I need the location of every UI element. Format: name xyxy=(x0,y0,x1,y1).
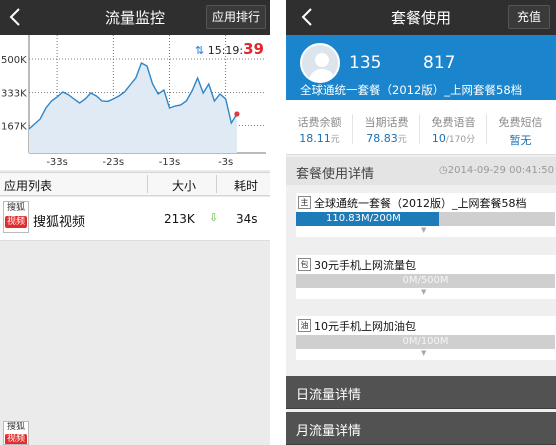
usage-progress-bar: 0M/500M xyxy=(296,274,555,288)
app-size: 213K xyxy=(164,212,195,226)
clock-icon: ◷ xyxy=(439,165,448,176)
app-ranking-button[interactable]: 应用排行 xyxy=(206,5,266,29)
column-divider xyxy=(216,175,217,193)
usage-update-time: ◷2014-09-29 00:41:50 xyxy=(439,165,554,176)
header-bar: 流量监控 应用排行 xyxy=(0,0,270,35)
traffic-monitor-screen: 流量监控 应用排行 500K 333K 167K -33s -23s -13s -3s ⇅ … xyxy=(0,0,270,445)
stat-free-sms[interactable]: 免费短信 暂无 xyxy=(487,100,554,155)
y-tick-label: 167K xyxy=(1,122,27,133)
x-tick-label: -33s xyxy=(46,157,68,168)
app-duration: 34s xyxy=(236,212,258,226)
balance-stats: 话费余额 18.11元 当期话费 78.83元 免费语音 10/170分 免费短… xyxy=(286,100,556,155)
col-size: 大小 xyxy=(172,179,197,193)
account-profile: 135 817 全球通统一套餐（2012版）_上网套餐58档 xyxy=(286,35,556,100)
expand-caret-icon[interactable]: ▼ xyxy=(421,349,426,357)
stat-balance[interactable]: 话费余额 18.11元 xyxy=(286,100,353,155)
package-type-badge: 包 xyxy=(298,258,311,271)
stat-free-voice[interactable]: 免费语音 10/170分 xyxy=(420,100,487,155)
app-list-header: 应用列表 大小 耗时 xyxy=(0,172,270,196)
daily-traffic-detail-link[interactable]: 日流量详情 xyxy=(286,376,556,409)
time-readout: ⇅ 15:19:39 xyxy=(195,40,264,58)
recharge-button[interactable]: 充值 xyxy=(508,5,550,29)
package-name: 30元手机上网流量包 xyxy=(314,259,416,272)
col-app-list: 应用列表 xyxy=(4,179,53,193)
app-list-row[interactable]: 搜狐 视频 搜狐视频 213K ⇩ 34s xyxy=(0,197,270,241)
x-tick-label: -23s xyxy=(103,157,125,168)
avatar[interactable] xyxy=(300,43,340,83)
plan-name: 全球通统一套餐（2012版）_上网套餐58档 xyxy=(300,83,523,97)
series-area xyxy=(29,63,237,153)
monthly-traffic-detail-link[interactable]: 月流量详情 xyxy=(286,412,556,445)
usage-amount: 0M/500M xyxy=(402,275,449,286)
usage-progress-bar: 0M/100M xyxy=(296,335,555,349)
package-item-data-pack[interactable]: 包 30元手机上网流量包 0M/500M ▼ xyxy=(296,255,556,299)
package-item-boost-pack[interactable]: 油 10元手机上网加油包 0M/100M ▼ xyxy=(296,316,556,360)
usage-progress-bar: 110.83M/200M xyxy=(296,212,555,226)
clock-seconds: 39 xyxy=(243,40,264,58)
usage-detail-header: 套餐使用详情 ◷2014-09-29 00:41:50 xyxy=(286,157,556,185)
transfer-arrows-icon: ⇅ xyxy=(195,44,205,57)
x-tick-label: -13s xyxy=(159,157,181,168)
column-divider xyxy=(147,175,148,193)
usage-amount: 110.83M/200M xyxy=(326,213,401,224)
package-name: 全球通统一套餐（2012版）_上网套餐58档 xyxy=(314,197,527,210)
usage-amount: 0M/100M xyxy=(402,336,449,347)
usage-detail-title: 套餐使用详情 xyxy=(296,167,375,182)
expand-caret-icon[interactable]: ▼ xyxy=(421,288,426,296)
user-avatar-icon xyxy=(308,53,336,81)
sohu-video-app-icon: 搜狐 视频 xyxy=(3,201,29,233)
floating-app-icon[interactable]: 搜狐 视频 xyxy=(3,421,29,445)
package-item-main[interactable]: 主 全球通统一套餐（2012版）_上网套餐58档 110.83M/200M ▼ xyxy=(296,193,556,237)
header-bar: 套餐使用 充值 xyxy=(286,0,556,35)
y-tick-label: 500K xyxy=(1,55,27,66)
phone-number-prefix: 135 xyxy=(349,53,382,73)
package-name: 10元手机上网加油包 xyxy=(314,320,416,333)
phone-number-suffix: 817 xyxy=(423,53,456,73)
package-type-badge: 主 xyxy=(298,196,311,209)
app-name: 搜狐视频 xyxy=(33,215,86,230)
stat-current-bill[interactable]: 当期话费 78.83元 xyxy=(353,100,420,155)
package-type-badge: 油 xyxy=(298,319,311,332)
latest-point-marker xyxy=(234,111,240,117)
package-usage-screen: 套餐使用 充值 135 817 全球通统一套餐（2012版）_上网套餐58档 话… xyxy=(286,0,556,445)
y-tick-label: 333K xyxy=(1,88,27,99)
clock-time: 15:19: xyxy=(207,44,244,57)
col-time: 耗时 xyxy=(234,179,259,193)
expand-caret-icon[interactable]: ▼ xyxy=(421,226,426,234)
x-tick-label: -3s xyxy=(218,157,233,168)
download-arrow-icon: ⇩ xyxy=(209,211,219,224)
